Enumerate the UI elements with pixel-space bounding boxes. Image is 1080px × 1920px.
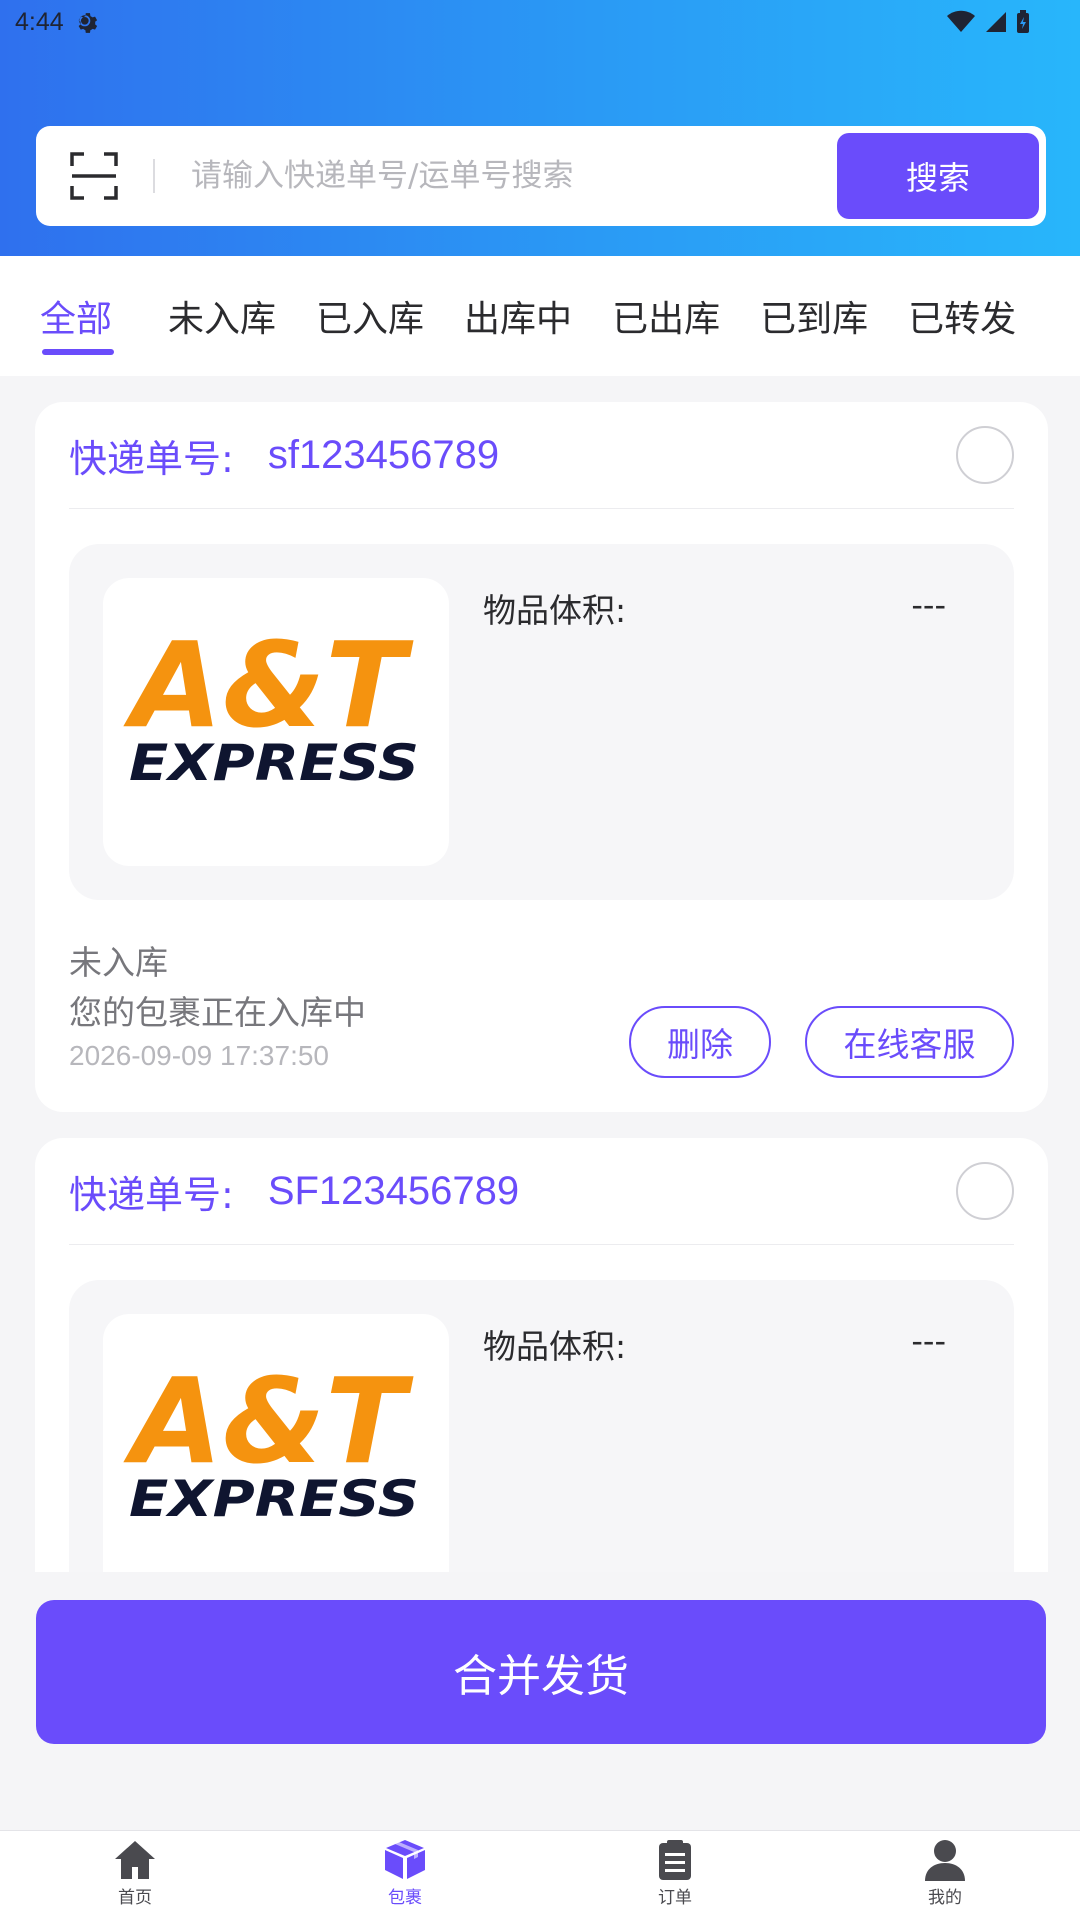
user-icon: [925, 1840, 965, 1881]
select-checkbox[interactable]: [956, 1162, 1014, 1220]
signal-icon: [986, 12, 1006, 32]
tab-shipped[interactable]: 已出库: [612, 256, 720, 376]
carrier-logo: A&T EXPRESS: [103, 1314, 449, 1572]
at-express-logo: A&T EXPRESS: [123, 616, 419, 792]
waybill-label: 快递单号:: [69, 1172, 234, 1217]
home-icon: [115, 1841, 155, 1879]
package-card: 快递单号: sf123456789 A&T EXPRESS 物品体积: --- …: [35, 402, 1048, 1112]
status-tabs: 全部 未入库 已入库 出库中 已出库 已到库 已转发: [0, 256, 1080, 376]
nav-orders-label: 订单: [658, 1888, 692, 1908]
package-status: 未入库: [69, 943, 168, 982]
search-bar: 搜索: [36, 126, 1046, 226]
divider: [69, 1244, 1014, 1245]
at-express-logo: A&T EXPRESS: [123, 1352, 419, 1528]
card-header: 快递单号: SF123456789: [35, 1138, 1048, 1244]
merge-area: 合并发货: [0, 1572, 1080, 1830]
carrier-logo: A&T EXPRESS: [103, 578, 449, 866]
tab-forwarded[interactable]: 已转发: [908, 256, 1016, 376]
package-status-desc: 您的包裹正在入库中: [69, 993, 366, 1032]
nav-home[interactable]: 首页: [0, 1831, 270, 1920]
status-bar: 4:44: [0, 0, 1080, 44]
item-info: A&T EXPRESS 物品体积: ---: [69, 544, 1014, 900]
package-time: 2026-09-09 17:37:50: [69, 1040, 329, 1071]
card-header: 快递单号: sf123456789: [35, 402, 1048, 508]
package-list: 快递单号: sf123456789 A&T EXPRESS 物品体积: --- …: [0, 376, 1080, 1572]
delete-button[interactable]: 删除: [629, 1006, 771, 1078]
nav-profile[interactable]: 我的: [810, 1831, 1080, 1920]
tab-outbound[interactable]: 出库中: [464, 256, 572, 376]
svg-text:EXPRESS: EXPRESS: [129, 1470, 419, 1528]
waybill-label: 快递单号:: [69, 436, 234, 481]
volume-label: 物品体积:: [483, 1327, 627, 1366]
wifi-icon: [947, 10, 975, 32]
nav-package-label: 包裹: [388, 1888, 422, 1908]
merge-ship-button[interactable]: 合并发货: [36, 1600, 1046, 1744]
scan-icon[interactable]: [70, 152, 118, 200]
divider: [69, 508, 1014, 509]
order-icon: [659, 1840, 691, 1880]
nav-home-label: 首页: [118, 1888, 152, 1908]
nav-orders[interactable]: 订单: [540, 1831, 810, 1920]
tab-stored[interactable]: 已入库: [316, 256, 424, 376]
volume-value: ---: [911, 1322, 946, 1360]
status-time: 4:44: [15, 7, 64, 36]
volume-value: ---: [911, 586, 946, 624]
settings-gear-icon: [78, 13, 97, 33]
header: 4:44 搜索: [0, 0, 1080, 256]
nav-package[interactable]: 包裹: [270, 1831, 540, 1920]
tab-all[interactable]: 全部: [40, 256, 115, 376]
tab-arrived[interactable]: 已到库: [760, 256, 868, 376]
select-checkbox[interactable]: [956, 426, 1014, 484]
tab-not-stored[interactable]: 未入库: [168, 256, 276, 376]
waybill-number: sf123456789: [267, 432, 500, 477]
nav-profile-label: 我的: [928, 1888, 962, 1908]
online-service-button[interactable]: 在线客服: [805, 1006, 1014, 1078]
battery-icon: [1017, 10, 1029, 33]
search-divider: [153, 159, 155, 193]
package-card: 快递单号: SF123456789 A&T EXPRESS 物品体积: ---: [35, 1138, 1048, 1572]
bottom-nav: 首页 包裹 订单 我的: [0, 1830, 1080, 1920]
svg-text:EXPRESS: EXPRESS: [129, 734, 419, 792]
item-info: A&T EXPRESS 物品体积: ---: [69, 1280, 1014, 1572]
volume-label: 物品体积:: [483, 591, 627, 630]
package-icon: [385, 1840, 425, 1879]
search-button[interactable]: 搜索: [837, 133, 1039, 219]
waybill-number: SF123456789: [267, 1168, 520, 1213]
search-input[interactable]: [191, 146, 837, 206]
